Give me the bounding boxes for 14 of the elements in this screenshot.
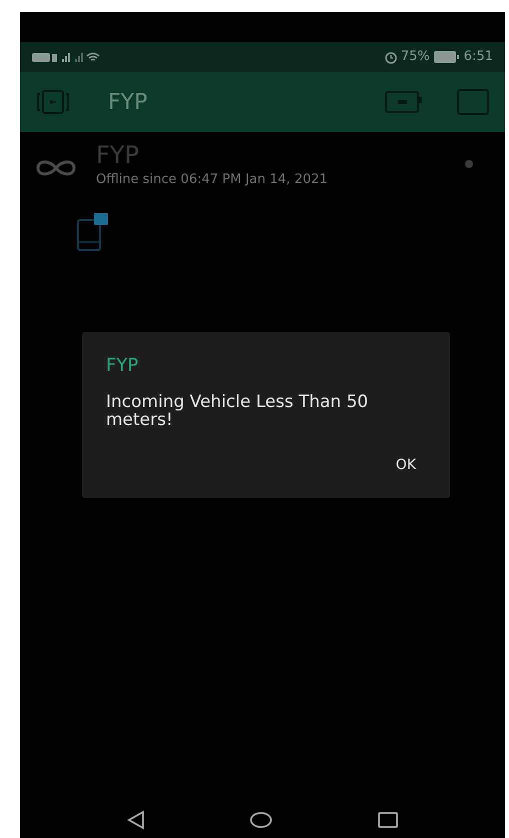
infinity-icon (34, 158, 78, 178)
signal-icon (32, 50, 102, 64)
dialog-title: FYP (106, 354, 140, 378)
battery-icon (434, 51, 460, 63)
app-title: FYP (108, 88, 148, 116)
dialog-message: Incoming Vehicle Less Than 50 meters! (106, 392, 370, 428)
home-icon[interactable] (248, 811, 272, 829)
clock: 6:51 (464, 48, 493, 66)
device-status: Offline since 06:47 PM Jan 14, 2021 (96, 171, 328, 189)
back-icon[interactable] (126, 810, 144, 830)
battery-percent: 75% (400, 48, 430, 66)
ok-button[interactable]: OK (386, 450, 426, 480)
recents-icon[interactable] (376, 811, 398, 829)
alarm-icon (384, 50, 398, 64)
